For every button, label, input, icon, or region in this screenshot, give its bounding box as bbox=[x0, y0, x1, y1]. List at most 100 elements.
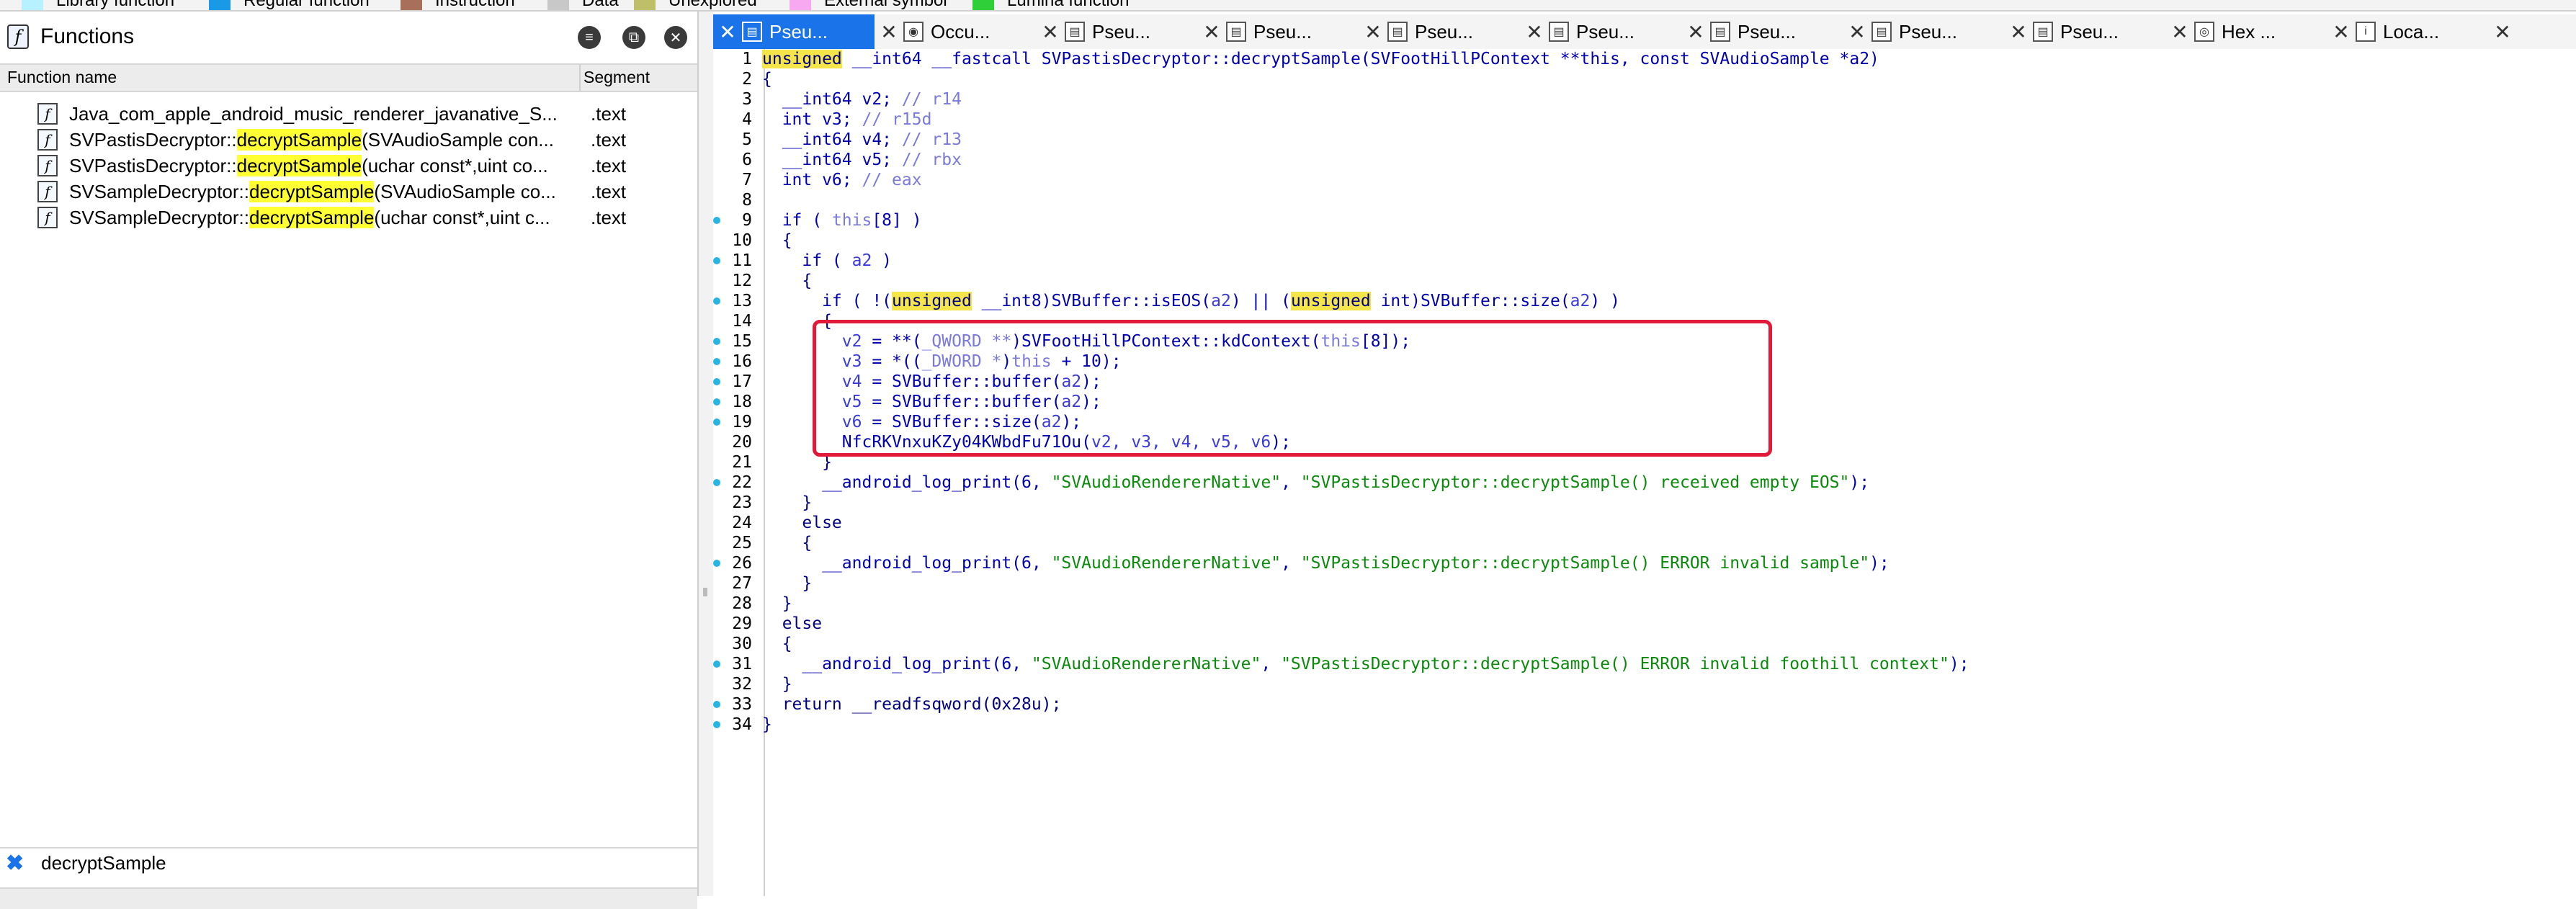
function-icon: f bbox=[37, 181, 58, 202]
legend-bar: Library function Regular function Instru… bbox=[0, 0, 2576, 12]
close-icon[interactable]: ✕ bbox=[1197, 20, 1226, 44]
locals-icon: i bbox=[2356, 22, 2376, 42]
tab-close-last[interactable]: ✕ bbox=[2488, 14, 2560, 49]
tab-pseudocode[interactable]: ✕ ▤ Pseu... bbox=[713, 14, 875, 49]
functions-pane: f Functions ≡ ⧉ ✕ Function name Segment … bbox=[0, 12, 699, 909]
function-name: SVSampleDecryptor::decryptSample(SVAudio… bbox=[69, 181, 556, 202]
code-line[interactable]: 28 } bbox=[713, 594, 2576, 614]
view-tab-bar: ✕ ▤ Pseu... ✕ ◉ Occu... ✕ ▤ Pseu... ✕ ▤ Pseu... … bbox=[713, 14, 2576, 50]
tab-pseudocode[interactable]: ✕ ▤ Pseu... bbox=[1359, 14, 1520, 49]
pseudocode-icon: ▤ bbox=[2033, 22, 2053, 42]
code-line[interactable]: 25 { bbox=[713, 533, 2576, 553]
code-line[interactable]: 24 else bbox=[713, 513, 2576, 533]
pseudocode-icon: ▤ bbox=[1387, 22, 1408, 42]
close-icon[interactable]: ✕ bbox=[664, 26, 687, 49]
code-line[interactable]: 2{ bbox=[713, 69, 2576, 89]
annotation-highlight-box bbox=[813, 320, 1772, 457]
code-line[interactable]: 1 unsigned __int64 __fastcall SVPastisDec… bbox=[713, 49, 2576, 69]
pseudocode-view[interactable]: 1 unsigned __int64 __fastcall SVPastisDec… bbox=[713, 49, 2576, 896]
code-line[interactable]: 13 if ( !(unsigned __int8)SVBuffer::isEO… bbox=[713, 291, 2576, 311]
tab-pseudocode[interactable]: ✕ ▤ Pseu... bbox=[1520, 14, 1681, 49]
filter-input[interactable]: decryptSample bbox=[41, 852, 166, 874]
function-segment: .text bbox=[591, 155, 627, 176]
filter-bar: ✖ decryptSample bbox=[0, 847, 697, 877]
code-line[interactable]: 5 __int64 v4; // r13 bbox=[713, 130, 2576, 150]
functions-pane-title: Functions bbox=[40, 24, 135, 48]
code-line[interactable]: 33 return __readfsqword(0x28u); bbox=[713, 694, 2576, 715]
code-line[interactable]: 23 } bbox=[713, 493, 2576, 513]
code-line[interactable]: 6 __int64 v5; // rbx bbox=[713, 150, 2576, 170]
menu-icon[interactable]: ≡ bbox=[578, 26, 601, 49]
pseudocode-icon: ▤ bbox=[1871, 22, 1892, 42]
tab-pseudocode[interactable]: ✕ ▤ Pseu... bbox=[1197, 14, 1359, 49]
tab-pseudocode[interactable]: ✕ ▤ Pseu... bbox=[1681, 14, 1843, 49]
function-row[interactable]: f SVPastisDecryptor::decryptSample(SVAud… bbox=[0, 127, 697, 153]
close-icon[interactable]: ✕ bbox=[1843, 20, 1871, 44]
tab-occurrences[interactable]: ✕ ◉ Occu... bbox=[875, 14, 1036, 49]
tab-pseudocode[interactable]: ✕ ▤ Pseu... bbox=[1843, 14, 2004, 49]
clear-filter-icon[interactable]: ✖ bbox=[6, 851, 24, 876]
column-separator[interactable] bbox=[579, 65, 581, 91]
code-line[interactable]: 29 else bbox=[713, 614, 2576, 634]
close-icon[interactable]: ✕ bbox=[1359, 20, 1387, 44]
close-icon[interactable]: ✕ bbox=[1681, 20, 1710, 44]
column-function-name[interactable]: Function name bbox=[7, 68, 117, 87]
code-line[interactable]: 22 __android_log_print(6, "SVAudioRender… bbox=[713, 473, 2576, 493]
legend-external-symbol: External symbol bbox=[790, 0, 947, 10]
code-line[interactable]: 10 { bbox=[713, 230, 2576, 251]
splitter-grip[interactable] bbox=[703, 588, 707, 596]
tab-pseudocode[interactable]: ✕ ▤ Pseu... bbox=[1036, 14, 1197, 49]
code-line[interactable]: 7 int v6; // eax bbox=[713, 170, 2576, 190]
code-line[interactable]: 12 { bbox=[713, 271, 2576, 291]
function-icon: f bbox=[37, 155, 58, 176]
close-icon[interactable]: ✕ bbox=[713, 20, 742, 44]
close-icon[interactable]: ✕ bbox=[875, 20, 903, 44]
close-icon[interactable]: ✕ bbox=[2004, 20, 2033, 44]
close-icon[interactable]: ✕ bbox=[1520, 20, 1549, 44]
function-segment: .text bbox=[591, 129, 627, 151]
functions-column-header: Function name Segment bbox=[0, 63, 697, 92]
function-row[interactable]: f SVSampleDecryptor::decryptSample(SVAud… bbox=[0, 179, 697, 205]
tab-hex-view[interactable]: ✕ ◎ Hex ... bbox=[2165, 14, 2327, 49]
code-line[interactable]: 27 } bbox=[713, 573, 2576, 594]
function-icon: f bbox=[37, 103, 58, 125]
code-line[interactable]: 11 if ( a2 ) bbox=[713, 251, 2576, 271]
code-line[interactable]: 30 { bbox=[713, 634, 2576, 654]
pseudocode-icon: ▤ bbox=[742, 22, 762, 42]
function-name: SVPastisDecryptor::decryptSample(uchar c… bbox=[69, 155, 548, 176]
functions-status-bar bbox=[0, 887, 697, 909]
tab-pseudocode[interactable]: ✕ ▤ Pseu... bbox=[2004, 14, 2165, 49]
function-icon: f bbox=[37, 129, 58, 151]
float-window-icon[interactable]: ⧉ bbox=[622, 26, 645, 49]
code-line[interactable]: 34} bbox=[713, 715, 2576, 735]
function-row[interactable]: f SVSampleDecryptor::decryptSample(uchar… bbox=[0, 205, 697, 230]
function-row[interactable]: f Java_com_apple_android_music_renderer_… bbox=[0, 101, 697, 127]
close-icon[interactable]: ✕ bbox=[2165, 20, 2194, 44]
code-line[interactable]: 32 } bbox=[713, 674, 2576, 694]
close-icon[interactable]: ✕ bbox=[2488, 20, 2517, 44]
pane-splitter[interactable] bbox=[699, 12, 713, 896]
close-icon[interactable]: ✕ bbox=[1036, 20, 1065, 44]
legend-unexplored: Unexplored bbox=[634, 0, 757, 10]
function-segment: .text bbox=[591, 103, 627, 125]
legend-data: Data bbox=[547, 0, 619, 10]
function-row[interactable]: f SVPastisDecryptor::decryptSample(uchar… bbox=[0, 153, 697, 179]
tab-local-types[interactable]: ✕ i Loca... bbox=[2327, 14, 2488, 49]
code-line[interactable]: 26 __android_log_print(6, "SVAudioRender… bbox=[713, 553, 2576, 573]
code-line[interactable]: 9 if ( this[8] ) bbox=[713, 210, 2576, 230]
code-line[interactable]: 8 bbox=[713, 190, 2576, 210]
close-icon[interactable]: ✕ bbox=[2327, 20, 2356, 44]
code-line[interactable]: 4 int v3; // r15d bbox=[713, 109, 2576, 130]
pseudocode-icon: ▤ bbox=[1065, 22, 1085, 42]
function-name: SVSampleDecryptor::decryptSample(uchar c… bbox=[69, 207, 550, 228]
function-segment: .text bbox=[591, 181, 627, 202]
column-segment[interactable]: Segment bbox=[583, 68, 650, 87]
code-line[interactable]: 3 __int64 v2; // r14 bbox=[713, 89, 2576, 109]
function-name: SVPastisDecryptor::decryptSample(SVAudio… bbox=[69, 129, 554, 151]
code-line[interactable]: 31 __android_log_print(6, "SVAudioRender… bbox=[713, 654, 2576, 674]
pseudocode-icon: ▤ bbox=[1710, 22, 1730, 42]
function-icon: f bbox=[37, 207, 58, 228]
hex-view-icon: ◎ bbox=[2194, 22, 2214, 42]
function-segment: .text bbox=[591, 207, 627, 228]
pseudocode-icon: ▤ bbox=[1549, 22, 1569, 42]
